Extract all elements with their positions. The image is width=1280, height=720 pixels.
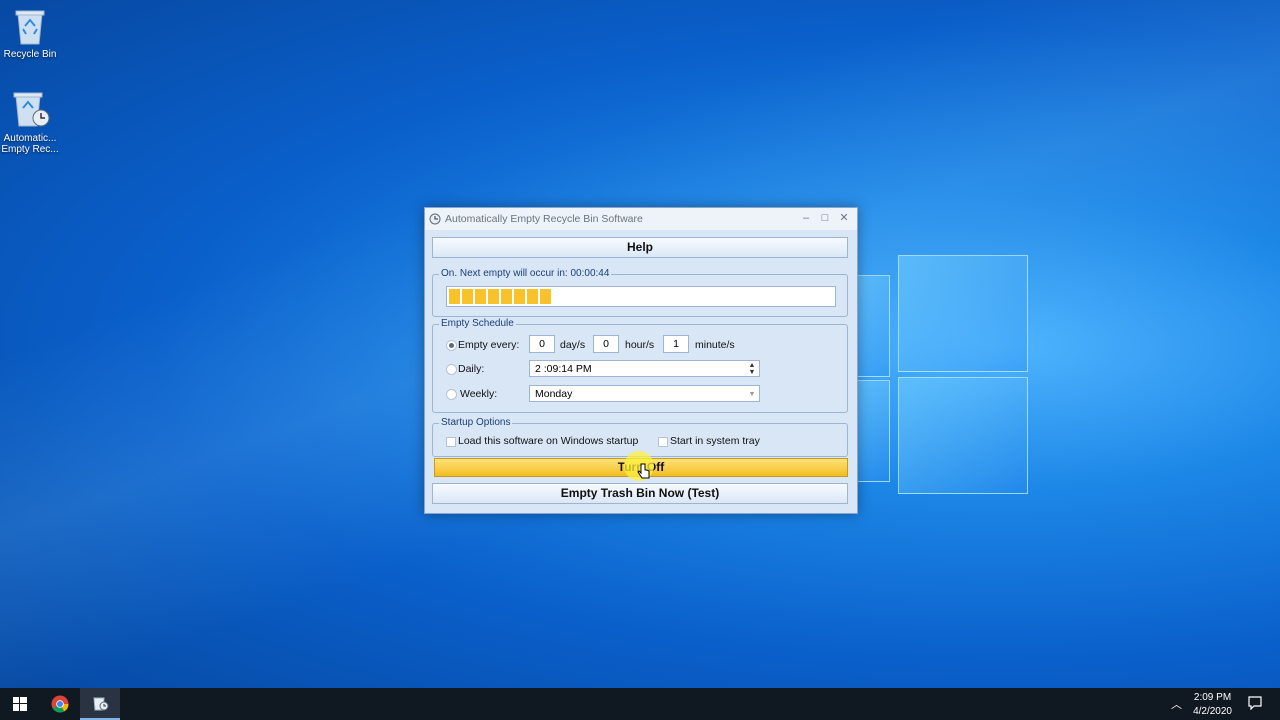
taskbar-chrome[interactable] [40, 688, 80, 720]
desktop-icon-auto-empty-recycle[interactable]: Automatic... Empty Rec... [0, 88, 63, 155]
taskbar-recycle-app[interactable] [80, 688, 120, 720]
close-button[interactable]: ✕ [835, 211, 853, 225]
minutes-unit-label: minute/s [695, 339, 735, 351]
status-group: On. Next empty will occur in: 00:00:44 [432, 268, 848, 317]
daily-radio[interactable] [446, 364, 457, 375]
schedule-group: Empty Schedule Empty every: 0 day/s 0 ho… [432, 318, 848, 413]
windows-logo-wallpaper [850, 255, 1030, 495]
desktop-icon-label: Automatic... Empty Rec... [1, 133, 59, 155]
daily-time-spinner[interactable]: 2 :09:14 PM ▲ ▼ [529, 360, 760, 377]
chevron-down-icon: ▼ [748, 391, 756, 398]
daily-label: Daily: [458, 363, 485, 375]
days-input[interactable]: 0 [529, 335, 555, 353]
load-on-startup-label: Load this software on Windows startup [458, 435, 639, 447]
progress-segment [540, 289, 551, 304]
empty-trash-now-button[interactable]: Empty Trash Bin Now (Test) [432, 483, 848, 504]
chrome-icon [51, 695, 69, 713]
startup-group-label: Startup Options [439, 417, 513, 428]
hours-input[interactable]: 0 [593, 335, 619, 353]
progress-segment [475, 289, 486, 304]
schedule-group-label: Empty Schedule [439, 318, 516, 329]
app-icon [429, 213, 441, 225]
maximize-button[interactable]: □ [816, 211, 834, 225]
system-tray-checkbox[interactable] [658, 437, 668, 447]
status-group-label: On. Next empty will occur in: 00:00:44 [439, 268, 612, 279]
taskbar: ︿ 2:09 PM 4/2/2020 [0, 688, 1280, 720]
minimize-button[interactable]: – [797, 211, 815, 225]
desktop-icon-label: Recycle Bin [3, 49, 57, 60]
countdown-progress-bar [446, 286, 836, 307]
empty-every-radio[interactable] [446, 340, 457, 351]
progress-segment [449, 289, 460, 304]
load-on-startup-checkbox[interactable] [446, 437, 456, 447]
minutes-input[interactable]: 1 [663, 335, 689, 353]
system-tray-label: Start in system tray [670, 435, 760, 447]
hours-unit-label: hour/s [625, 339, 655, 351]
progress-segment [501, 289, 512, 304]
clock-date: 4/2/2020 [1193, 706, 1232, 717]
progress-segment [462, 289, 473, 304]
recycle-bin-icon [15, 10, 45, 45]
weekly-day-select[interactable]: Monday ▼ [529, 385, 760, 402]
progress-segment [527, 289, 538, 304]
auto-empty-recycle-icon [13, 92, 50, 127]
windows-start-icon [13, 697, 27, 711]
desktop-icon-recycle-bin[interactable]: Recycle Bin [0, 6, 63, 60]
window-title: Automatically Empty Recycle Bin Software [445, 213, 643, 225]
tray-chevron-up-icon[interactable]: ︿ [1171, 696, 1182, 712]
clock-time: 2:09 PM [1193, 692, 1232, 703]
window-titlebar[interactable]: Automatically Empty Recycle Bin Software… [425, 208, 857, 230]
help-button[interactable]: Help [432, 237, 848, 258]
days-unit-label: day/s [560, 339, 586, 351]
spin-down-icon[interactable]: ▼ [747, 369, 757, 376]
progress-segment [488, 289, 499, 304]
notifications-icon[interactable] [1248, 696, 1262, 710]
weekly-day-value: Monday [535, 388, 573, 400]
spin-up-icon[interactable]: ▲ [747, 362, 757, 369]
progress-segment [514, 289, 525, 304]
auto-empty-recycle-icon [93, 697, 109, 711]
empty-every-label: Empty every: [458, 339, 520, 351]
daily-time-value: 2 :09:14 PM [535, 363, 592, 375]
taskbar-clock[interactable]: 2:09 PM 4/2/2020 [1193, 691, 1232, 719]
hand-cursor-icon [637, 463, 650, 479]
weekly-label: Weekly: [460, 388, 498, 400]
weekly-radio[interactable] [446, 389, 457, 400]
start-button[interactable] [0, 688, 40, 720]
